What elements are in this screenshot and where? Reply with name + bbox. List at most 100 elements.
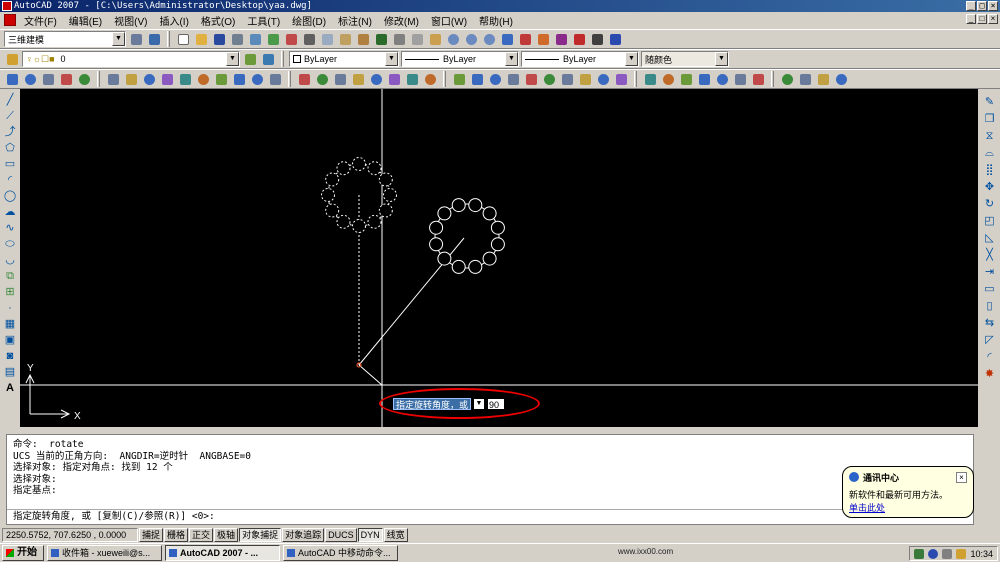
- view-top-icon[interactable]: [267, 71, 283, 87]
- copy-icon[interactable]: [319, 31, 335, 47]
- workspace-save-icon[interactable]: [146, 31, 162, 47]
- balloon-close-button[interactable]: ×: [956, 472, 967, 483]
- render-icon[interactable]: [595, 71, 611, 87]
- view-left-icon[interactable]: [314, 71, 330, 87]
- status-toggle-0[interactable]: 捕捉: [139, 528, 164, 542]
- stretch-icon[interactable]: ◺: [983, 231, 997, 245]
- layer-select[interactable]: ♀☼☐■ 0 ▼: [22, 51, 240, 67]
- workspace-settings-icon[interactable]: [128, 31, 144, 47]
- view-iso-icon[interactable]: [797, 71, 813, 87]
- menu-dimension[interactable]: 标注(N): [332, 13, 378, 28]
- chevron-down-icon[interactable]: ▼: [505, 52, 518, 66]
- chevron-down-icon[interactable]: ▼: [385, 52, 398, 66]
- construction-line-icon[interactable]: ⟋: [3, 109, 17, 123]
- chevron-down-icon[interactable]: ▼: [112, 32, 125, 46]
- view-front-icon[interactable]: [523, 71, 539, 87]
- status-toggle-4[interactable]: 对象捕捉: [239, 528, 282, 542]
- box-icon[interactable]: [159, 71, 175, 87]
- menu-help[interactable]: 帮助(H): [473, 13, 519, 28]
- visual-style-icon[interactable]: [350, 71, 366, 87]
- view-left-icon[interactable]: [76, 71, 92, 87]
- 3d-orbit-icon[interactable]: [696, 71, 712, 87]
- menu-file[interactable]: 文件(F): [18, 13, 63, 28]
- line-icon[interactable]: ╱: [3, 93, 17, 107]
- view-top-icon[interactable]: [40, 71, 56, 87]
- menu-view[interactable]: 视图(V): [108, 13, 153, 28]
- copy-object-icon[interactable]: ❐: [983, 112, 997, 126]
- view-front-icon[interactable]: [296, 71, 312, 87]
- zoom-previous-icon[interactable]: [481, 31, 497, 47]
- offset-icon[interactable]: ⌓: [983, 146, 997, 160]
- extend-icon[interactable]: ⇥: [983, 265, 997, 279]
- taskbar-item-mail[interactable]: 收件箱 - xueweili@s...: [47, 545, 162, 561]
- insert-block-icon[interactable]: ⧉: [3, 269, 17, 283]
- menu-insert[interactable]: 插入(I): [153, 13, 194, 28]
- region-icon[interactable]: ◙: [3, 349, 17, 363]
- fillet-icon[interactable]: ◜: [983, 350, 997, 364]
- rectangle-icon[interactable]: ▭: [3, 157, 17, 171]
- point-icon[interactable]: ·: [3, 301, 17, 315]
- free-orbit-icon[interactable]: [249, 71, 265, 87]
- sphere-icon[interactable]: [177, 71, 193, 87]
- layer-manager-icon[interactable]: [4, 51, 20, 67]
- close-button[interactable]: ×: [988, 1, 998, 11]
- view-iso-icon[interactable]: [559, 71, 575, 87]
- cut-icon[interactable]: [301, 31, 317, 47]
- maximize-button[interactable]: □: [977, 1, 987, 11]
- render-icon[interactable]: [368, 71, 384, 87]
- balloon-link[interactable]: 单击此处: [849, 501, 967, 514]
- menu-format[interactable]: 格式(O): [195, 13, 241, 28]
- join-icon[interactable]: ⇆: [983, 316, 997, 330]
- shield-icon[interactable]: [956, 548, 967, 559]
- save-icon[interactable]: [211, 31, 227, 47]
- design-center-icon[interactable]: [517, 31, 533, 47]
- ellipse-arc-icon[interactable]: ◡: [3, 253, 17, 267]
- cylinder-icon[interactable]: [195, 71, 211, 87]
- sphere-icon[interactable]: [642, 71, 658, 87]
- status-toggle-2[interactable]: 正交: [189, 528, 214, 542]
- lineweight-select[interactable]: ByLayer ▼: [521, 51, 639, 67]
- table-icon[interactable]: ▤: [3, 365, 17, 379]
- redo-icon[interactable]: [409, 31, 425, 47]
- taskbar-item-autocad[interactable]: AutoCAD 2007 - ...: [165, 545, 280, 561]
- hatch-icon[interactable]: ▦: [3, 317, 17, 331]
- cone-icon[interactable]: [213, 71, 229, 87]
- circle-icon[interactable]: ◯: [3, 189, 17, 203]
- arc-icon[interactable]: ◜: [3, 173, 17, 187]
- 3d-orbit-icon[interactable]: [231, 71, 247, 87]
- zoom-realtime-icon[interactable]: [445, 31, 461, 47]
- mirror-icon[interactable]: ⧖: [983, 129, 997, 143]
- spline-icon[interactable]: ∿: [3, 221, 17, 235]
- menu-edit[interactable]: 编辑(E): [63, 13, 108, 28]
- status-toggle-1[interactable]: 栅格: [164, 528, 189, 542]
- chevron-down-icon[interactable]: ▼: [715, 52, 728, 66]
- workspace-select[interactable]: 三维建模 ▼: [4, 31, 126, 47]
- visual-style-icon[interactable]: [123, 71, 139, 87]
- status-toggle-8[interactable]: 线宽: [383, 528, 408, 542]
- minimize-button[interactable]: _: [966, 1, 976, 11]
- autocad-app-icon[interactable]: [2, 1, 12, 11]
- cylinder-icon[interactable]: [422, 71, 438, 87]
- box-icon[interactable]: [613, 71, 629, 87]
- document-icon[interactable]: [4, 14, 16, 26]
- menu-window[interactable]: 窗口(W): [425, 13, 473, 28]
- linetype-select[interactable]: ByLayer ▼: [401, 51, 519, 67]
- view-front-icon[interactable]: [58, 71, 74, 87]
- break-icon[interactable]: ▯: [983, 299, 997, 313]
- menu-tools[interactable]: 工具(T): [241, 13, 286, 28]
- doc-close-button[interactable]: ×: [988, 14, 998, 24]
- undo-icon[interactable]: [391, 31, 407, 47]
- make-object-layer-current-icon[interactable]: [242, 51, 258, 67]
- color-select[interactable]: ByLayer ▼: [289, 51, 399, 67]
- array-icon[interactable]: ⣿: [983, 163, 997, 177]
- tool-palettes-icon[interactable]: [535, 31, 551, 47]
- paste-icon[interactable]: [337, 31, 353, 47]
- coordinate-readout[interactable]: 2250.5752, 707.6250 , 0.0000: [2, 528, 138, 542]
- free-orbit-icon[interactable]: [714, 71, 730, 87]
- multiline-text-icon[interactable]: A: [3, 381, 17, 395]
- properties-icon[interactable]: [499, 31, 515, 47]
- drawing-canvas[interactable]: Y X 指定旋转角度，或 ▼ 90: [20, 89, 978, 427]
- cone-icon[interactable]: [678, 71, 694, 87]
- trim-icon[interactable]: ╳: [983, 248, 997, 262]
- rotate-icon[interactable]: ↻: [983, 197, 997, 211]
